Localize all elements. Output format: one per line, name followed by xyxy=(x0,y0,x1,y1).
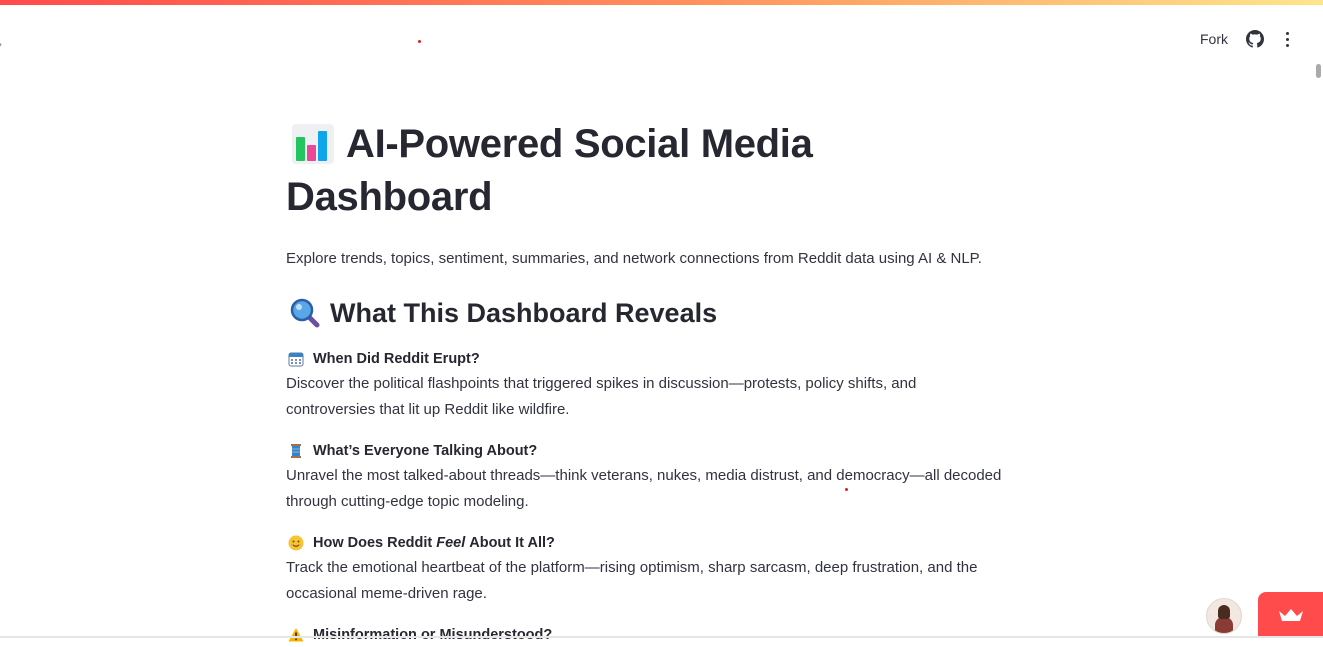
section-body: Track the emotional heartbeat of the pla… xyxy=(286,559,978,602)
calendar-icon xyxy=(288,351,304,367)
warning-icon xyxy=(288,627,304,643)
section-title-emphasis: Feel xyxy=(436,535,466,551)
chevron-right-icon[interactable]: › xyxy=(0,37,2,51)
avatar[interactable] xyxy=(1206,598,1242,634)
crown-icon xyxy=(1278,609,1303,621)
smiling-face-icon xyxy=(288,535,304,551)
fork-button[interactable]: Fork xyxy=(1200,31,1228,47)
section-when-erupt: When Did Reddit Erupt? Discover the poli… xyxy=(286,348,1006,423)
red-dot xyxy=(418,40,421,43)
magnifying-glass-icon xyxy=(290,298,320,328)
section-misinformation: Misinformation or Misunderstood? xyxy=(286,624,1006,646)
spool-icon xyxy=(288,443,304,459)
github-icon[interactable] xyxy=(1246,30,1264,48)
main-content: AI-Powered Social Media Dashboard Explor… xyxy=(286,118,1006,646)
section-topics: What’s Everyone Talking About? Unravel t… xyxy=(286,440,1006,515)
section-sentiment: How Does Reddit Feel About It All? Track… xyxy=(286,532,1006,607)
streamlit-badge[interactable] xyxy=(1258,592,1323,638)
section-heading-text: What This Dashboard Reveals xyxy=(330,298,718,328)
page-description: Explore trends, topics, sentiment, summa… xyxy=(286,250,982,267)
section-body: Discover the political flashpoints that … xyxy=(286,375,917,418)
more-vertical-icon[interactable] xyxy=(1282,31,1293,47)
page-title-line2: Dashboard xyxy=(286,175,493,219)
bar-chart-icon xyxy=(292,124,334,164)
section-body: Unravel the most talked-about threads—th… xyxy=(286,467,1002,510)
section-title: What’s Everyone Talking About? xyxy=(313,443,538,459)
section-title-after: About It All? xyxy=(469,535,555,551)
section-title: When Did Reddit Erupt? xyxy=(313,351,480,367)
section-title: Misinformation or Misunderstood? xyxy=(313,627,553,643)
page-title-line1: AI-Powered Social Media xyxy=(346,122,813,166)
section-title-before: How Does Reddit xyxy=(313,535,433,551)
scrollbar-thumb[interactable] xyxy=(1316,64,1321,78)
header-toolbar: Fork xyxy=(1200,30,1293,48)
section-heading: What This Dashboard Reveals xyxy=(286,294,1006,332)
top-decoration-bar xyxy=(0,0,1323,5)
page-title: AI-Powered Social Media Dashboard xyxy=(286,118,1006,224)
